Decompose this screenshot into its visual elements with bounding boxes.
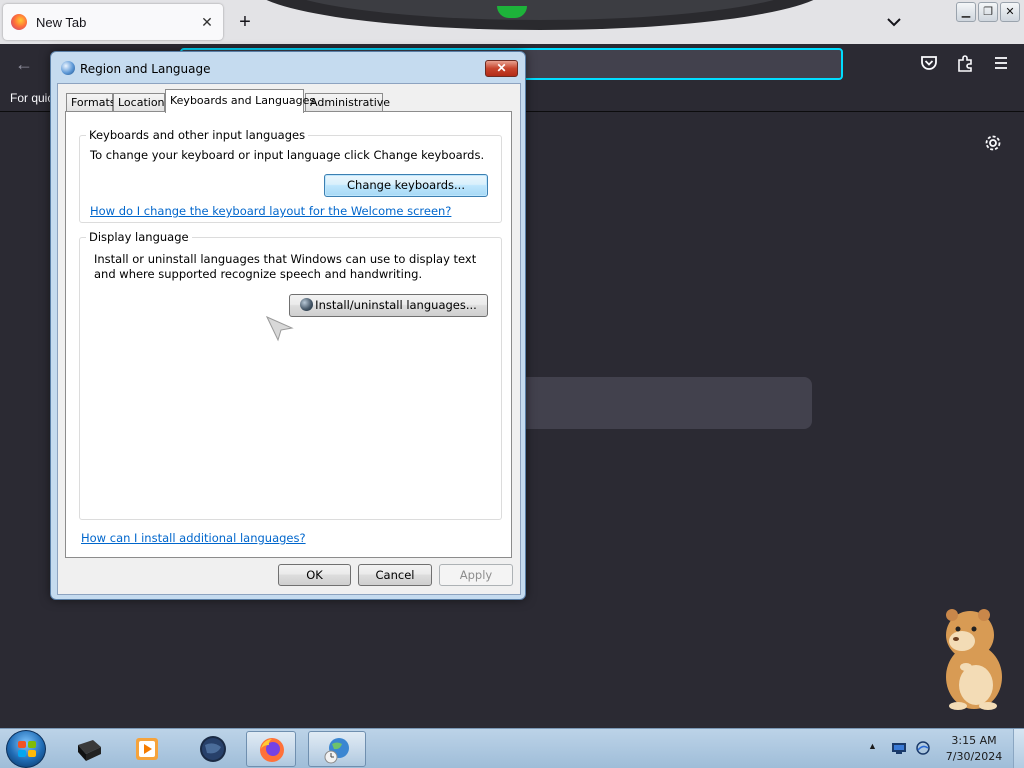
install-additional-languages-link[interactable]: How can I install additional languages? bbox=[81, 531, 306, 545]
bookmarks-hint-text: For quic bbox=[10, 91, 54, 105]
menu-icon[interactable] bbox=[990, 52, 1012, 74]
toolbar-icons bbox=[918, 52, 1012, 74]
minimize-icon[interactable]: ▁ bbox=[956, 2, 976, 22]
display-language-description: Install or uninstall languages that Wind… bbox=[94, 252, 477, 281]
dialog-title: Region and Language bbox=[80, 62, 211, 76]
welcome-screen-keyboard-link[interactable]: How do I change the keyboard layout for … bbox=[90, 204, 451, 218]
taskbar-app-media-player[interactable] bbox=[122, 731, 172, 767]
dialog-close-button[interactable]: ✕ bbox=[485, 60, 518, 77]
restore-icon[interactable]: ❐ bbox=[978, 2, 998, 22]
ok-button[interactable]: OK bbox=[278, 564, 351, 586]
globe-icon bbox=[61, 61, 75, 75]
windows-start-icon[interactable] bbox=[6, 730, 46, 768]
tab-location[interactable]: Location bbox=[113, 93, 165, 112]
window-controls: ▁ ❐ ✕ bbox=[956, 2, 1020, 22]
show-hidden-icons[interactable]: ▲ bbox=[868, 741, 877, 751]
tab-close-icon[interactable]: ✕ bbox=[199, 14, 215, 31]
install-uninstall-languages-button[interactable]: Install/uninstall languages... bbox=[289, 294, 488, 317]
taskbar-app-globe[interactable] bbox=[188, 731, 238, 767]
hamster-desktop-pet[interactable] bbox=[938, 605, 1008, 711]
apply-button[interactable]: Apply bbox=[439, 564, 513, 586]
tab-formats[interactable]: Formats bbox=[66, 93, 116, 112]
firefox-icon bbox=[11, 14, 27, 30]
pocket-icon[interactable] bbox=[918, 52, 940, 74]
system-clock[interactable]: 3:15 AM 7/30/2024 bbox=[936, 733, 1012, 765]
globe-icon bbox=[300, 298, 314, 311]
firefox-icon bbox=[260, 738, 284, 762]
tab-administrative[interactable]: Administrative bbox=[305, 93, 390, 112]
taskbar: ▲ 3:15 AM 7/30/2024 bbox=[0, 728, 1024, 768]
network-icon[interactable] bbox=[891, 741, 907, 755]
dark-globe-icon bbox=[200, 736, 226, 762]
list-all-tabs-icon[interactable] bbox=[882, 10, 906, 34]
globe-clock-icon bbox=[324, 738, 349, 764]
taskbar-app-terminal[interactable] bbox=[64, 731, 114, 767]
media-player-icon bbox=[136, 738, 158, 760]
display-language-group-title: Display language bbox=[86, 230, 192, 244]
gear-icon[interactable] bbox=[983, 133, 1003, 153]
extensions-icon[interactable] bbox=[954, 52, 976, 74]
back-arrow-icon[interactable]: ← bbox=[12, 52, 36, 76]
mouse-cursor bbox=[265, 315, 294, 342]
keyboards-group-title: Keyboards and other input languages bbox=[86, 128, 309, 142]
tab-keyboards-and-languages[interactable]: Keyboards and Languages bbox=[165, 89, 315, 113]
clock-time: 3:15 AM bbox=[951, 734, 997, 747]
keyboards-description: To change your keyboard or input languag… bbox=[90, 148, 485, 162]
show-desktop-button[interactable] bbox=[1013, 729, 1024, 768]
dialog-titlebar[interactable]: Region and Language ✕ bbox=[51, 52, 525, 82]
taskbar-app-region-language[interactable] bbox=[308, 731, 366, 767]
browser-tab-new-tab[interactable]: New Tab ✕ bbox=[3, 4, 223, 40]
cancel-button[interactable]: Cancel bbox=[358, 564, 432, 586]
clock-date: 7/30/2024 bbox=[945, 750, 1003, 763]
window-close-icon[interactable]: ✕ bbox=[1000, 2, 1020, 22]
browser-tab-strip: New Tab ✕ + ▁ ❐ ✕ bbox=[0, 0, 1024, 44]
language-bar-icon[interactable] bbox=[915, 741, 931, 755]
new-tab-button[interactable]: + bbox=[232, 9, 258, 35]
taskbar-app-firefox[interactable] bbox=[246, 731, 296, 767]
black-box-icon bbox=[78, 740, 101, 761]
change-keyboards-button[interactable]: Change keyboards... bbox=[324, 174, 488, 197]
install-uninstall-languages-label: Install/uninstall languages... bbox=[315, 298, 477, 312]
tab-title: New Tab bbox=[36, 14, 87, 30]
